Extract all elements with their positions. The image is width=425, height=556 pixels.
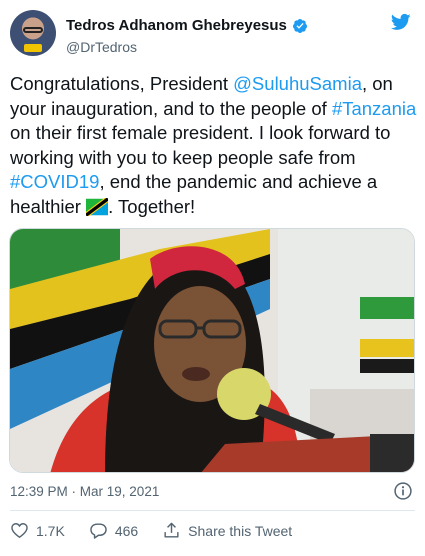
tweet-header: Tedros Adhanom Ghebreyesus @DrTedros — [10, 10, 415, 62]
author-display-name[interactable]: Tedros Adhanom Ghebreyesus — [66, 17, 287, 34]
share-button[interactable]: Share this Tweet — [162, 521, 292, 540]
tweet-actions: 1.7K 466 Share this Tweet — [10, 521, 316, 540]
glasses-shape — [23, 27, 43, 33]
mention-link[interactable]: @SuluhuSamia — [233, 73, 362, 94]
tweet-card: Tedros Adhanom Ghebreyesus @DrTedros Con… — [0, 0, 425, 556]
reply-bubble-icon — [90, 523, 107, 539]
tweet-timestamp[interactable]: 12:39 PM · Mar 19, 2021 — [10, 484, 159, 499]
name-row: Tedros Adhanom Ghebreyesus — [66, 17, 308, 34]
tweet-body: Congratulations, President @SuluhuSamia,… — [10, 72, 420, 219]
hashtag-covid19-link[interactable]: #COVID19 — [10, 171, 99, 192]
photo-illustration — [10, 229, 414, 472]
tweet-text: Congratulations, President @SuluhuSamia,… — [10, 72, 420, 219]
hashtag-tanzania-link[interactable]: #Tanzania — [332, 98, 416, 119]
avatar[interactable] — [10, 10, 56, 56]
text-segment: Congratulations, President — [10, 73, 234, 94]
reply-button[interactable]: 466 — [89, 521, 138, 540]
avatar-badge — [24, 44, 42, 52]
author-handle[interactable]: @DrTedros — [66, 39, 137, 55]
text-segment: on their first female president. I look … — [10, 122, 391, 168]
twitter-bird-icon[interactable] — [389, 12, 413, 32]
like-button[interactable]: 1.7K — [10, 521, 65, 540]
share-icon — [164, 522, 179, 538]
tweet-photo[interactable] — [9, 228, 415, 473]
verified-badge-icon — [292, 18, 307, 33]
info-icon[interactable] — [393, 481, 413, 501]
share-label: Share this Tweet — [188, 522, 293, 539]
heart-icon — [11, 523, 28, 539]
reply-count: 466 — [114, 522, 139, 539]
tanzania-flag-icon — [86, 197, 109, 216]
text-segment: . Together! — [108, 195, 196, 217]
like-count: 1.7K — [36, 522, 65, 539]
divider — [10, 510, 415, 511]
